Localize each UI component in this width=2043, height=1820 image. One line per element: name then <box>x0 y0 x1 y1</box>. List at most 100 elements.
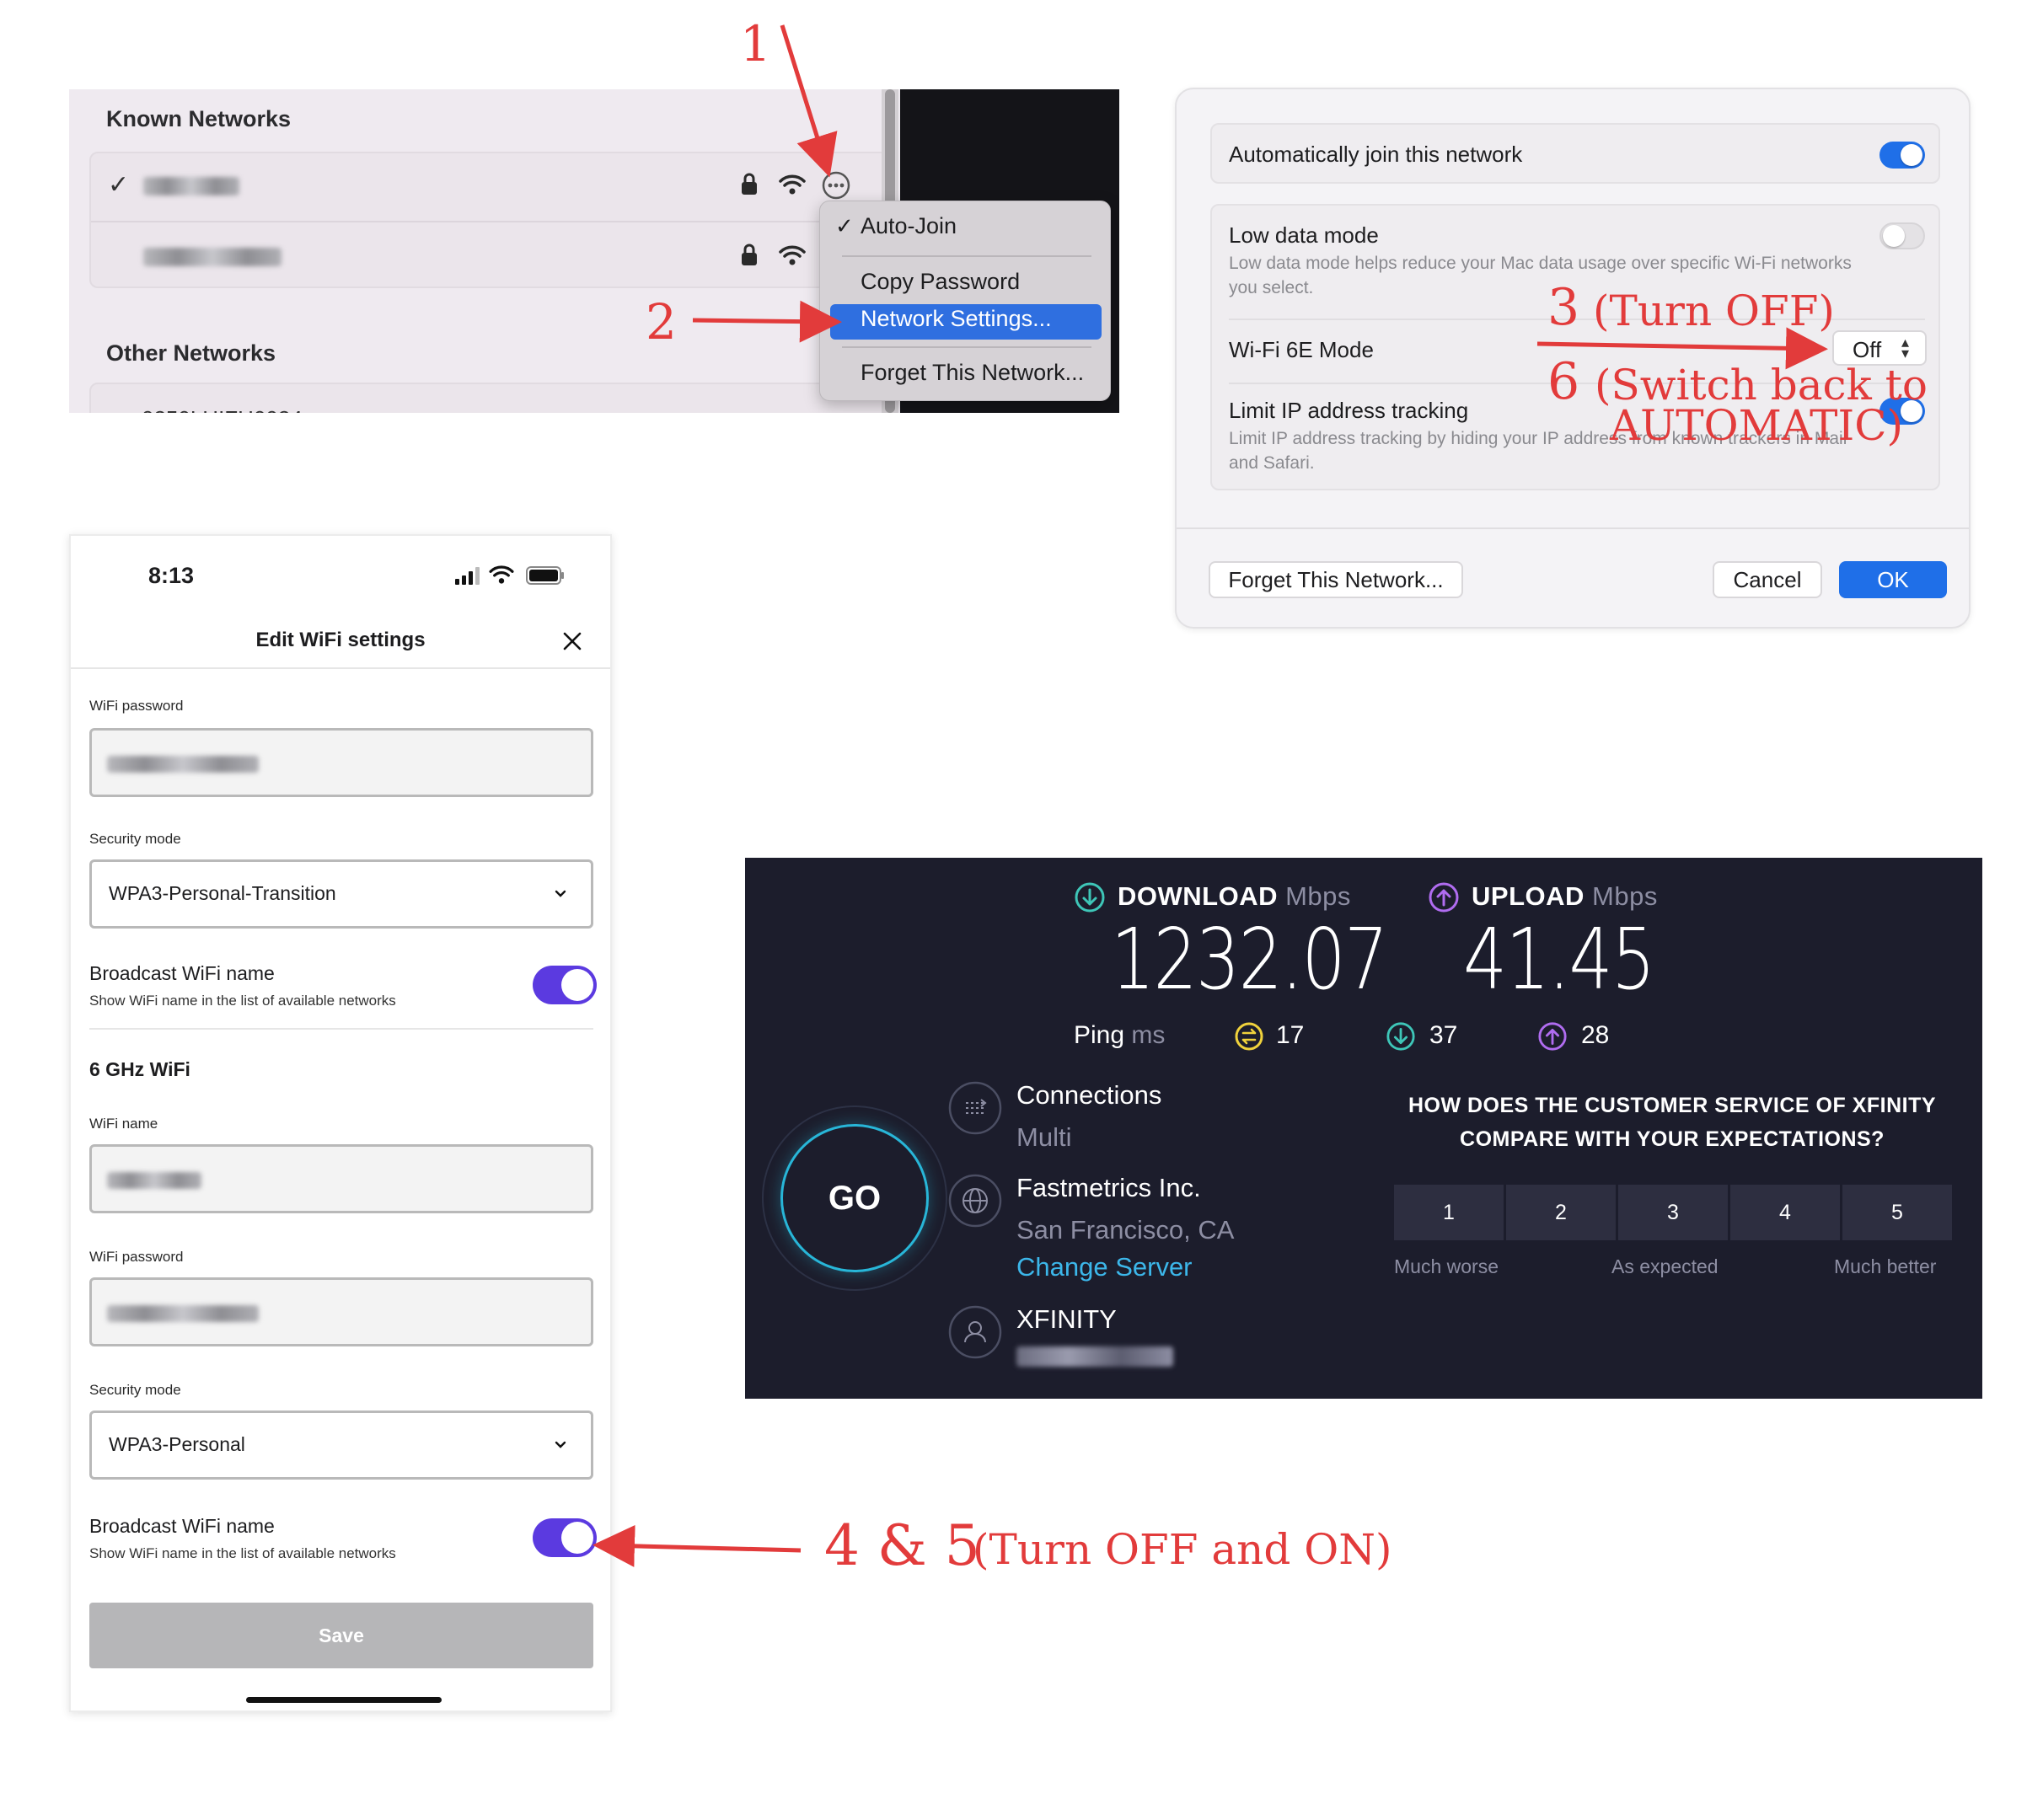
security-mode-value: WPA3-Personal-Transition <box>109 882 336 904</box>
rating-button-5[interactable]: 5 <box>1842 1185 1952 1240</box>
download-header: DOWNLOAD Mbps <box>1118 881 1351 912</box>
ghz-section-heading: 6 GHz WiFi <box>89 1058 190 1080</box>
close-icon[interactable] <box>563 632 582 650</box>
auto-join-card: Automatically join this network <box>1210 123 1940 184</box>
speedtest-result-panel: DOWNLOAD Mbps UPLOAD Mbps 1232.07 41.45 … <box>745 858 1982 1399</box>
redacted-wifi-name <box>107 1172 201 1189</box>
upload-unit: Mbps <box>1592 881 1658 911</box>
known-networks-list: ✓ <box>89 152 898 288</box>
download-arrow-icon <box>1075 882 1105 913</box>
ping-upload-icon <box>1538 1022 1567 1051</box>
status-time: 8:13 <box>148 563 195 588</box>
security-mode-label-2: Security mode <box>89 1382 181 1398</box>
security-mode-value-2: WPA3-Personal <box>109 1433 245 1455</box>
menu-item-network-settings[interactable]: Network Settings... <box>861 306 1052 332</box>
wifi-name-input[interactable] <box>89 1144 593 1213</box>
battery-icon <box>526 566 564 585</box>
upload-label: UPLOAD <box>1472 881 1585 911</box>
wifi-icon <box>779 174 806 195</box>
page-title: Edit WiFi settings <box>255 629 426 651</box>
broadcast-name-description: Show WiFi name in the list of available … <box>89 993 396 1009</box>
rating-button-3[interactable]: 3 <box>1618 1185 1728 1240</box>
checkmark-icon: ✓ <box>108 171 130 199</box>
wifi-password-input[interactable] <box>89 728 593 797</box>
isp-name: XFINITY <box>1016 1304 1117 1334</box>
cellular-signal-icon <box>455 567 480 585</box>
survey-question: HOW DOES THE CUSTOMER SERVICE OF XFINITY… <box>1408 1094 1937 1151</box>
wifi6e-value: Off <box>1853 337 1882 362</box>
upload-value: 41.45 <box>1463 910 1655 1009</box>
known-network-row-1[interactable]: ✓ <box>91 153 897 221</box>
redacted-network-name <box>143 248 282 266</box>
server-name: Fastmetrics Inc. <box>1016 1173 1201 1202</box>
annotation-step-3-number: 3 <box>1547 278 1580 337</box>
ping-label: Ping ms <box>1074 1021 1165 1050</box>
header-divider <box>71 667 610 669</box>
cancel-button[interactable]: Cancel <box>1713 561 1822 598</box>
connections-icon <box>948 1081 1002 1135</box>
footer-divider <box>1177 527 1969 529</box>
server-location: San Francisco, CA <box>1016 1215 1235 1245</box>
menu-separator <box>842 346 1091 348</box>
wifi-name-label: WiFi name <box>89 1116 158 1132</box>
wifi6e-label: Wi-Fi 6E Mode <box>1229 337 1374 362</box>
home-indicator <box>246 1697 442 1703</box>
redacted-password <box>107 756 259 773</box>
download-label: DOWNLOAD <box>1118 881 1278 911</box>
save-button[interactable]: Save <box>89 1603 593 1668</box>
broadcast-name-description-2: Show WiFi name in the list of available … <box>89 1545 396 1561</box>
ok-button[interactable]: OK <box>1839 561 1947 598</box>
phone-edit-wifi-screen: 8:13 Edit WiFi settings WiFi password Se… <box>69 534 612 1712</box>
upload-arrow-icon <box>1429 882 1459 913</box>
security-mode-select-2[interactable]: WPA3-Personal <box>89 1410 593 1480</box>
redacted-ip-address <box>1016 1346 1173 1367</box>
menu-item-copy-password[interactable]: Copy Password <box>861 269 1020 295</box>
globe-icon <box>948 1174 1002 1228</box>
rating-button-1[interactable]: 1 <box>1394 1185 1504 1240</box>
lock-icon <box>742 244 757 265</box>
annotation-step-4-5-number: 4 & 5 <box>824 1513 980 1578</box>
known-network-row-2[interactable] <box>91 221 897 288</box>
go-button[interactable]: GO <box>780 1124 929 1272</box>
annotation-step-4-5-text: (Turn OFF and ON) <box>973 1525 1392 1574</box>
more-options-icon[interactable] <box>821 170 851 201</box>
ping-download-icon <box>1386 1022 1415 1051</box>
scale-label-high: Much better <box>1834 1255 1937 1277</box>
scale-label-low: Much worse <box>1394 1255 1499 1277</box>
ping-upload-value: 28 <box>1581 1021 1610 1049</box>
broadcast-name-toggle-2[interactable] <box>533 1518 597 1557</box>
section-divider <box>89 1028 593 1030</box>
checkmark-icon: ✓ <box>835 213 854 238</box>
lock-icon <box>742 173 757 195</box>
known-networks-heading: Known Networks <box>106 106 292 131</box>
connections-value: Multi <box>1016 1122 1072 1152</box>
ping-download-value: 37 <box>1429 1021 1458 1049</box>
rating-button-2[interactable]: 2 <box>1506 1185 1616 1240</box>
context-menu: ✓ Auto-Join Copy Password Network Settin… <box>819 201 1111 401</box>
low-data-label: Low data mode <box>1229 222 1379 248</box>
low-data-toggle[interactable] <box>1879 222 1925 249</box>
auto-join-toggle[interactable] <box>1879 142 1925 169</box>
user-icon <box>948 1305 1002 1359</box>
security-mode-label: Security mode <box>89 831 181 847</box>
menu-separator <box>842 255 1091 257</box>
scale-label-mid: As expected <box>1611 1255 1719 1277</box>
chevron-down-icon <box>555 890 566 897</box>
security-mode-select[interactable]: WPA3-Personal-Transition <box>89 859 593 929</box>
ping-idle-value: 17 <box>1276 1021 1305 1049</box>
wifi-password-input-2[interactable] <box>89 1277 593 1346</box>
menu-item-auto-join[interactable]: Auto-Join <box>861 213 957 239</box>
other-network-name[interactable]: 0250LHIFH0034 <box>142 406 303 413</box>
known-networks-panel: Known Networks ✓ Other Networks 0250LHIF… <box>69 89 1119 413</box>
annotation-step-2: 2 <box>646 293 677 351</box>
broadcast-name-label-2: Broadcast WiFi name <box>89 1515 275 1537</box>
broadcast-name-toggle[interactable] <box>533 966 597 1004</box>
ping-unit: ms <box>1131 1021 1166 1049</box>
forget-network-button[interactable]: Forget This Network... <box>1209 561 1463 598</box>
annotation-step-1: 1 <box>740 15 771 72</box>
other-networks-list: 0250LHIFH0034 <box>89 383 898 413</box>
menu-item-forget-network[interactable]: Forget This Network... <box>861 360 1084 386</box>
rating-button-4[interactable]: 4 <box>1730 1185 1840 1240</box>
change-server-link[interactable]: Change Server <box>1016 1252 1193 1282</box>
ping-idle-icon <box>1235 1022 1263 1051</box>
